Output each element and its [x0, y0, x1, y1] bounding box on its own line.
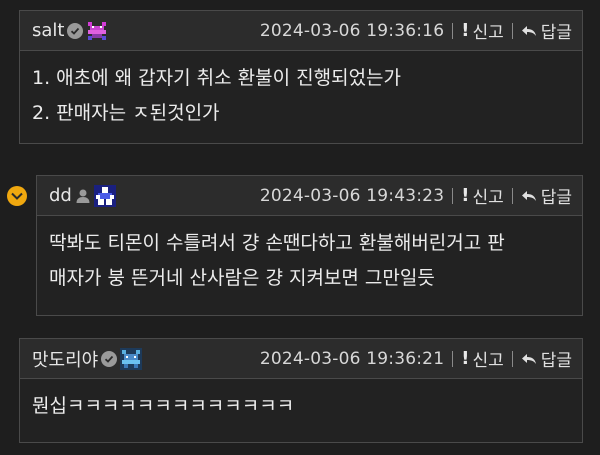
reply-arrow-icon [521, 190, 536, 201]
pixel-avatar-icon [86, 19, 109, 42]
report-button[interactable]: ! 신고 [461, 346, 504, 371]
comment-1: salt 2024-03-06 19:36:16 ! 신고 답글 1. 애초에 … [19, 10, 583, 144]
comment-body: 딱봐도 티몬이 수틀려서 걍 손땐다하고 환불해버린거고 판 매자가 붕 뜬거네… [37, 216, 582, 308]
divider [452, 187, 454, 204]
comment-header: 맛도리야 2024-03-06 19:36:21 ! 신고 답글 [20, 339, 582, 379]
pixel-avatar-icon [120, 347, 143, 370]
reply-indent-chevron-icon [7, 186, 27, 206]
report-exclamation-icon: ! [461, 348, 470, 369]
reply-button[interactable]: 답글 [521, 18, 572, 43]
author-name[interactable]: 맛도리야 [32, 346, 98, 372]
comment-timestamp: 2024-03-06 19:36:21 [259, 348, 445, 369]
comment-author[interactable]: salt [32, 19, 109, 42]
reply-arrow-icon [521, 25, 536, 36]
comment-author[interactable]: dd [49, 184, 116, 207]
comment-line: 매자가 붕 뜬거네 산사람은 걍 지켜보면 그만일듯 [49, 267, 435, 289]
report-label: 신고 [472, 188, 504, 208]
comment-timestamp: 2024-03-06 19:43:23 [259, 185, 445, 206]
report-label: 신고 [472, 23, 504, 43]
report-exclamation-icon: ! [461, 20, 470, 41]
comment-2: dd 2024-03-06 19:43:23 ! 신고 답글 딱봐도 티몬이 수… [36, 175, 583, 316]
divider [511, 187, 513, 204]
comment-line: 딱봐도 티몬이 수틀려서 걍 손땐다하고 환불해버린거고 판 [49, 232, 505, 254]
reply-button[interactable]: 답글 [521, 346, 572, 371]
comment-author[interactable]: 맛도리야 [32, 346, 143, 372]
reply-button[interactable]: 답글 [521, 183, 572, 208]
comment-header: dd 2024-03-06 19:43:23 ! 신고 답글 [37, 176, 582, 216]
report-label: 신고 [472, 351, 504, 371]
comment-body: 뭔십ㅋㅋㅋㅋㅋㅋㅋㅋㅋㅋㅋㅋㅋ [20, 379, 582, 436]
reply-label: 답글 [540, 188, 572, 208]
person-icon [75, 188, 91, 204]
divider [511, 22, 513, 39]
reply-label: 답글 [540, 23, 572, 43]
comment-3: 맛도리야 2024-03-06 19:36:21 ! 신고 답글 뭔십ㅋㅋㅋㅋㅋ… [19, 338, 583, 443]
divider [452, 22, 454, 39]
author-name[interactable]: salt [32, 20, 64, 41]
author-name[interactable]: dd [49, 185, 72, 206]
comment-timestamp: 2024-03-06 19:36:16 [259, 20, 445, 41]
comment-header: salt 2024-03-06 19:36:16 ! 신고 답글 [20, 11, 582, 51]
verified-check-icon [101, 350, 118, 367]
reply-arrow-icon [521, 353, 536, 364]
verified-check-icon [67, 22, 84, 39]
comment-line: 뭔십ㅋㅋㅋㅋㅋㅋㅋㅋㅋㅋㅋㅋㅋ [32, 395, 295, 417]
reply-label: 답글 [540, 351, 572, 371]
pixel-avatar-icon [93, 184, 116, 207]
report-exclamation-icon: ! [461, 185, 470, 206]
comment-body: 1. 애초에 왜 갑자기 취소 환불이 진행되었는가 2. 판매자는 ㅈ된것인가 [20, 51, 582, 143]
comment-line: 2. 판매자는 ㅈ된것인가 [32, 102, 220, 124]
report-button[interactable]: ! 신고 [461, 183, 504, 208]
report-button[interactable]: ! 신고 [461, 18, 504, 43]
divider [511, 350, 513, 367]
comment-line: 1. 애초에 왜 갑자기 취소 환불이 진행되었는가 [32, 67, 402, 89]
divider [452, 350, 454, 367]
